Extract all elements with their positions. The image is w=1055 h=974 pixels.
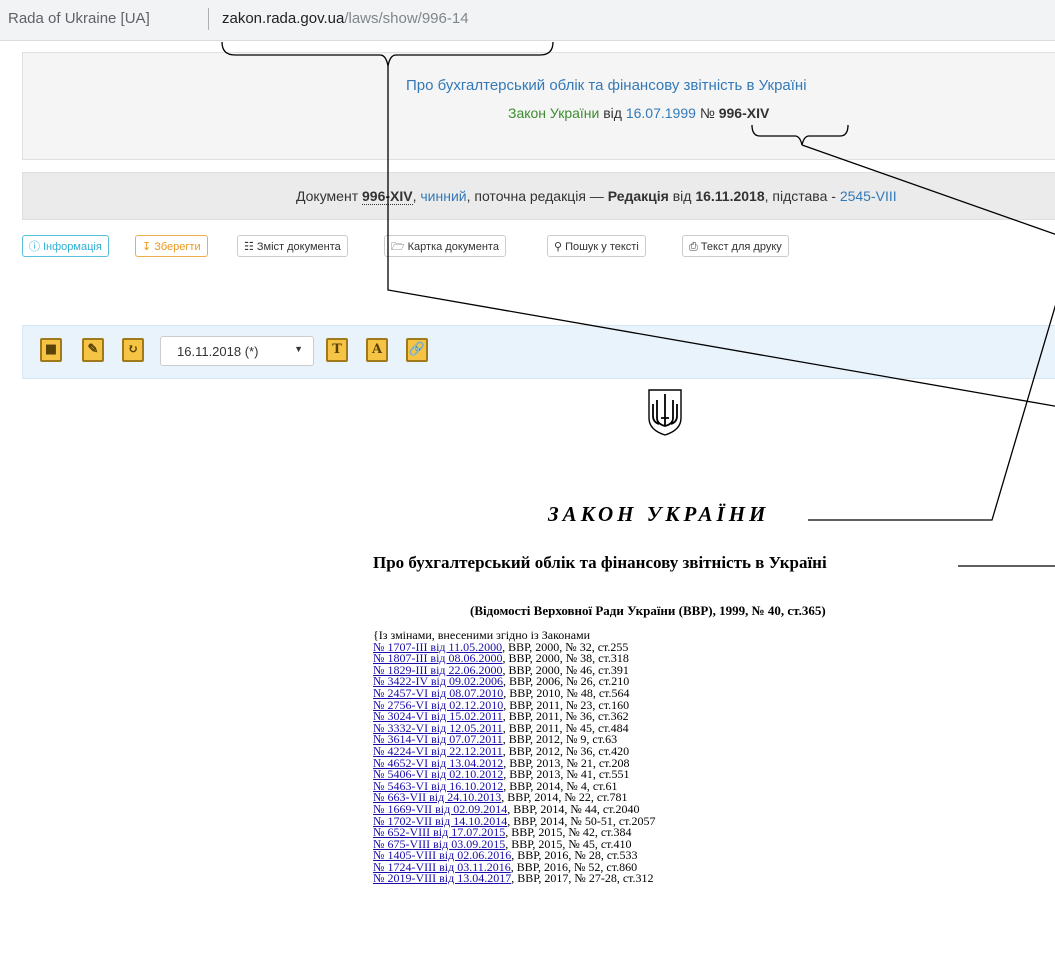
- address-bar[interactable]: Rada of Ukraine [UA] zakon.rada.gov.ua/l…: [0, 0, 1055, 41]
- current-edition: , поточна редакція —: [466, 188, 604, 204]
- doc-state[interactable]: чинний: [420, 188, 466, 204]
- document-icon[interactable]: ■: [40, 338, 62, 362]
- number-prefix: №: [699, 105, 715, 121]
- status-text: Документ 996-XIV, чинний, поточна редакц…: [296, 188, 897, 205]
- law-source: (Відомості Верховної Ради України (ВВР),…: [470, 603, 826, 618]
- text-size-icon[interactable]: T: [326, 338, 348, 362]
- link-icon[interactable]: 🔗: [406, 338, 428, 362]
- address-separator: [208, 8, 209, 30]
- download-icon: ↧: [142, 241, 152, 253]
- edition-from: від: [672, 188, 692, 204]
- url-domain: zakon.rada.gov.ua: [222, 10, 345, 27]
- url-text[interactable]: zakon.rada.gov.ua/laws/show/996-14: [222, 10, 469, 27]
- chevron-down-icon: ▼: [294, 344, 303, 354]
- font-icon[interactable]: A: [366, 338, 388, 362]
- law-title-link[interactable]: Про бухгалтерський облік та фінансову зв…: [406, 77, 807, 94]
- print-icon: ⎙: [689, 241, 698, 253]
- basis-word: , підстава -: [764, 188, 836, 204]
- amendments-list: {Із змінами, внесеними згідно із Законам…: [373, 629, 656, 886]
- card-button-label: Картка документа: [407, 241, 499, 253]
- search-text-button-label: Пошук у тексті: [565, 241, 639, 253]
- folder-icon: 🗁: [391, 241, 405, 253]
- edit-icon[interactable]: ✎: [82, 338, 104, 362]
- law-document-title: Про бухгалтерський облік та фінансову зв…: [373, 553, 827, 572]
- coat-of-arms-icon: [648, 389, 682, 436]
- info-button[interactable]: ⓘ Інформація: [22, 235, 109, 257]
- doc-word: Документ: [296, 188, 359, 204]
- law-heading: ЗАКОН УКРАЇНИ: [548, 502, 770, 526]
- amendment-ref: , ВВР, 2017, № 27-28, ст.312: [511, 871, 654, 886]
- edition-date: 16.11.2018: [695, 188, 765, 204]
- url-path: /laws/show/996-14: [344, 10, 469, 27]
- law-number: 996-XIV: [718, 105, 770, 121]
- font-letter: A: [371, 342, 383, 357]
- search-text-button[interactable]: ⚲ Пошук у тексті: [547, 235, 646, 257]
- edition-select-value: 16.11.2018 (*): [177, 344, 259, 359]
- site-name: Rada of Ukraine [UA]: [8, 10, 150, 27]
- history-icon[interactable]: ↻: [122, 338, 144, 362]
- card-button[interactable]: 🗁 Картка документа: [384, 235, 506, 257]
- edition-select[interactable]: 16.11.2018 (*) ▼: [160, 336, 314, 366]
- contents-button-label: Зміст документа: [256, 241, 341, 253]
- law-type-link[interactable]: Закон України: [508, 105, 599, 121]
- law-subtitle: Закон України від 16.07.1999 № 996-XIV: [508, 105, 769, 121]
- basis-link[interactable]: 2545-VIII: [840, 188, 897, 204]
- law-date-link[interactable]: 16.07.1999: [626, 105, 696, 121]
- list-item: № 2019-VIII від 13.04.2017, ВВР, 2017, №…: [373, 871, 656, 886]
- sitemap-icon: ☷: [244, 241, 254, 253]
- search-icon: ⚲: [554, 241, 563, 253]
- print-button[interactable]: ⎙ Текст для друку: [682, 235, 789, 257]
- save-button[interactable]: ↧ Зберегти: [135, 235, 208, 257]
- edition-word: Редакція: [607, 188, 669, 204]
- doc-number[interactable]: 996-XIV: [362, 188, 413, 205]
- info-button-label: Інформація: [43, 241, 102, 253]
- amendment-link[interactable]: № 2019-VIII від 13.04.2017: [373, 871, 511, 885]
- info-icon: ⓘ: [29, 241, 40, 253]
- print-button-label: Текст для друку: [700, 241, 782, 253]
- from-word: від: [603, 105, 622, 121]
- contents-button[interactable]: ☷ Зміст документа: [237, 235, 348, 257]
- text-size-letter: T: [332, 342, 342, 357]
- save-button-label: Зберегти: [154, 241, 201, 253]
